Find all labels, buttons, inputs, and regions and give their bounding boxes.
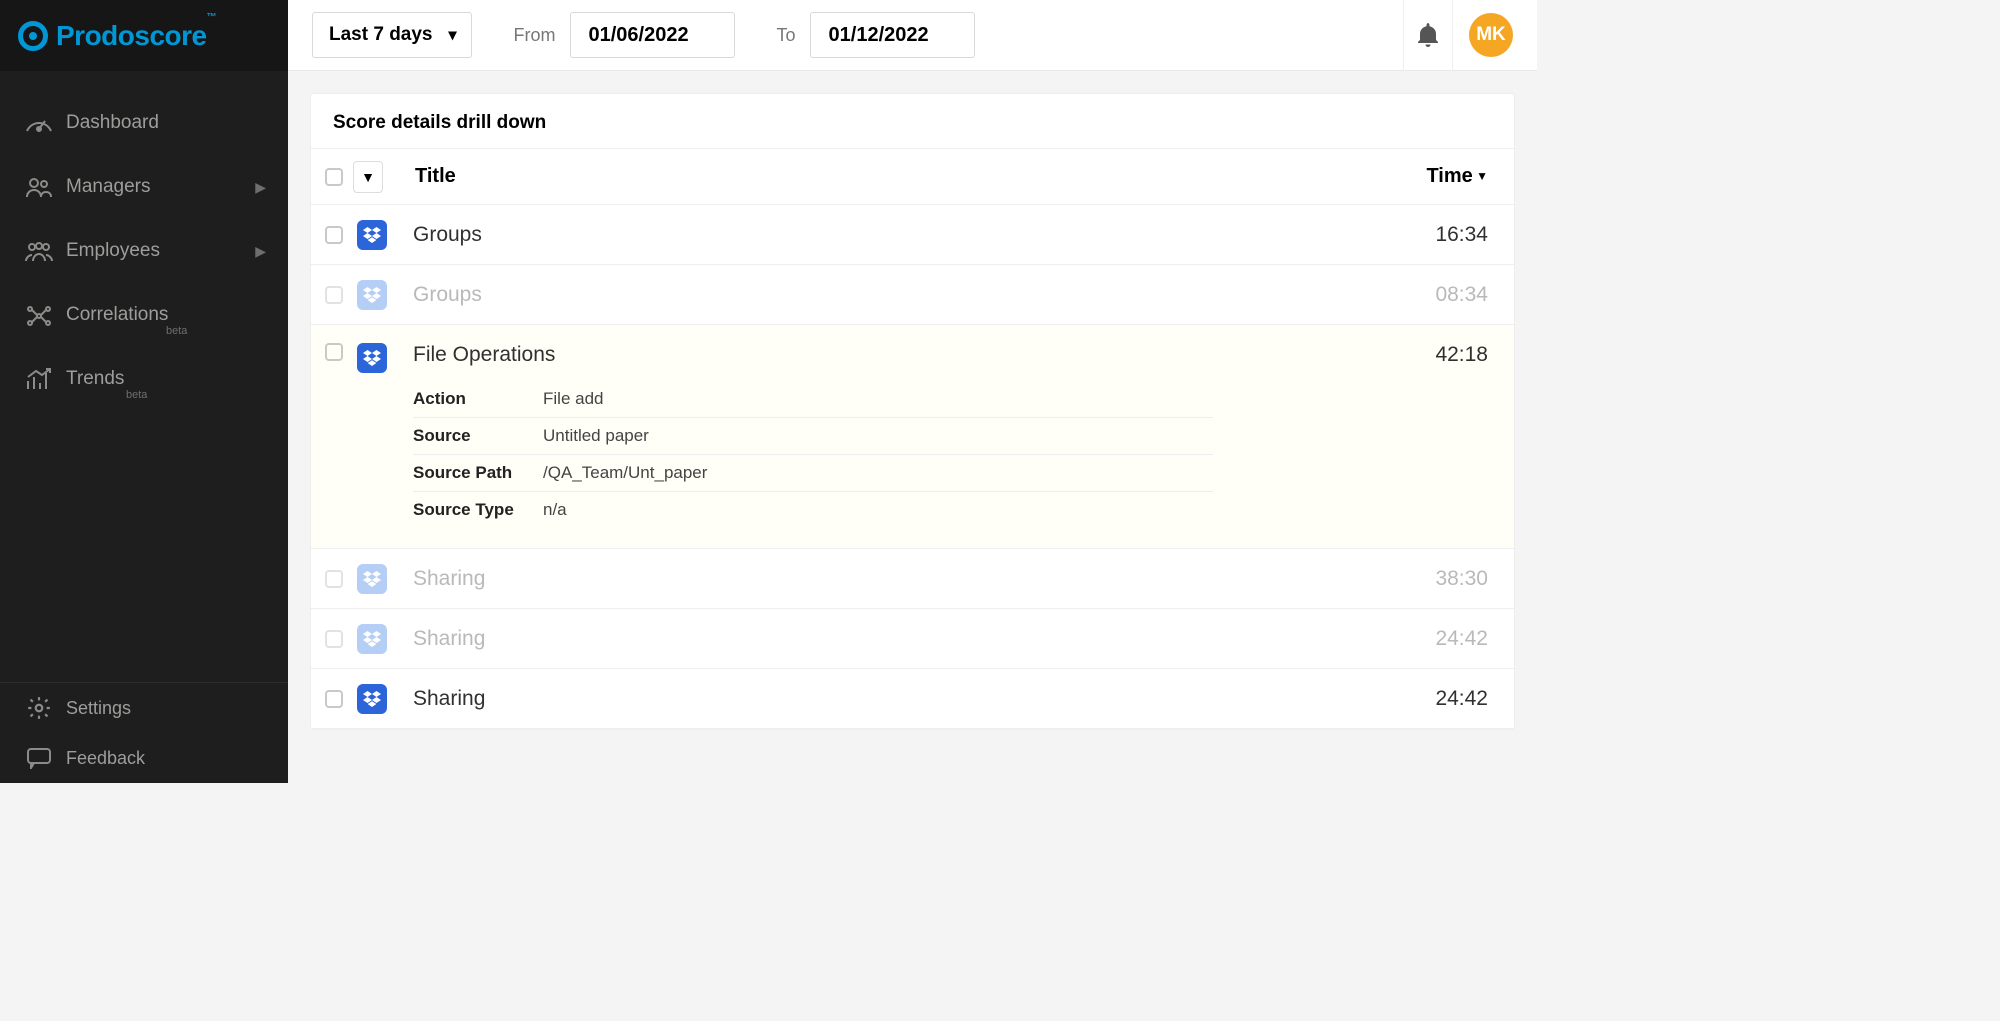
sidebar-item-settings[interactable]: Settings <box>0 683 288 733</box>
managers-icon <box>22 172 56 202</box>
sidebar-nav: Dashboard Managers ▶ Employees ▶ <box>0 71 288 682</box>
detail-row: Source Path/QA_Team/Unt_paper <box>413 455 1213 492</box>
sidebar-item-trends[interactable]: Trends beta <box>0 347 288 411</box>
gear-icon <box>22 693 56 723</box>
notifications-button[interactable] <box>1403 0 1453 71</box>
row-time: 38:30 <box>1435 567 1500 591</box>
bell-icon <box>1417 23 1439 47</box>
row-title: Groups <box>413 283 482 307</box>
detail-value: Untitled paper <box>543 426 649 446</box>
sidebar: Prodoscore™ Dashboard Managers ▶ <box>0 0 288 783</box>
row-time: 24:42 <box>1435 687 1500 711</box>
sidebar-item-feedback[interactable]: Feedback <box>0 733 288 783</box>
sidebar-item-label: Correlations <box>66 304 168 326</box>
row-title: Sharing <box>413 567 485 591</box>
top-bar: Last 7 days From 01/06/2022 To 01/12/202… <box>288 0 1537 71</box>
from-date-value: 01/06/2022 <box>589 24 689 47</box>
row-title: Groups <box>413 223 482 247</box>
row-time: 24:42 <box>1435 627 1500 651</box>
network-icon <box>22 300 56 330</box>
detail-value: /QA_Team/Unt_paper <box>543 463 707 483</box>
dropbox-icon <box>357 624 387 654</box>
row-checkbox[interactable] <box>325 570 343 588</box>
date-range-select[interactable]: Last 7 days <box>312 12 472 58</box>
sidebar-item-label: Employees <box>66 240 160 262</box>
chevron-right-icon: ▶ <box>255 179 266 196</box>
expand-all-toggle[interactable]: ▼ <box>353 161 383 193</box>
trend-icon <box>22 364 56 394</box>
sidebar-item-label: Feedback <box>66 748 145 769</box>
row-checkbox[interactable] <box>325 226 343 244</box>
brand-name: Prodoscore™ <box>56 20 216 52</box>
chevron-right-icon: ▶ <box>255 243 266 260</box>
sidebar-item-label: Dashboard <box>66 112 159 134</box>
table-row[interactable]: Groups 08:34 <box>311 265 1514 325</box>
row-checkbox[interactable] <box>325 343 343 361</box>
row-checkbox[interactable] <box>325 630 343 648</box>
sidebar-item-employees[interactable]: Employees ▶ <box>0 219 288 283</box>
table-row[interactable]: Sharing 24:42 <box>311 669 1514 729</box>
detail-row: ActionFile add <box>413 381 1213 418</box>
row-time: 16:34 <box>1435 223 1500 247</box>
user-avatar[interactable]: MK <box>1469 13 1513 57</box>
sidebar-item-label: Settings <box>66 698 131 719</box>
detail-key: Source Path <box>413 463 543 483</box>
select-all-checkbox[interactable] <box>325 168 343 186</box>
brand-mark-icon <box>18 21 48 51</box>
column-title[interactable]: Title <box>415 165 456 188</box>
row-checkbox[interactable] <box>325 690 343 708</box>
beta-badge: beta <box>166 325 187 337</box>
panel-title: Score details drill down <box>311 94 1514 149</box>
brand-logo[interactable]: Prodoscore™ <box>0 0 288 71</box>
row-checkbox[interactable] <box>325 286 343 304</box>
detail-value: File add <box>543 389 603 409</box>
table-row[interactable]: Groups 16:34 <box>311 205 1514 265</box>
row-title: Sharing <box>413 627 485 651</box>
row-details: ActionFile addSourceUntitled paperSource… <box>413 381 1213 528</box>
avatar-initials: MK <box>1476 24 1506 46</box>
sidebar-item-label: Trends <box>66 368 124 390</box>
sidebar-item-correlations[interactable]: Correlations beta <box>0 283 288 347</box>
gauge-icon <box>22 108 56 138</box>
to-date-input[interactable]: 01/12/2022 <box>810 12 975 58</box>
to-date-value: 01/12/2022 <box>829 24 929 47</box>
from-date-input[interactable]: 01/06/2022 <box>570 12 735 58</box>
from-label: From <box>514 25 556 46</box>
dropbox-icon <box>357 280 387 310</box>
row-title: Sharing <box>413 687 485 711</box>
table-header: ▼ Title Time <box>311 149 1514 205</box>
dropbox-icon <box>357 220 387 250</box>
detail-row: Source Typen/a <box>413 492 1213 528</box>
sidebar-item-label: Managers <box>66 176 151 198</box>
sidebar-item-managers[interactable]: Managers ▶ <box>0 155 288 219</box>
dropbox-icon <box>357 684 387 714</box>
row-title: File Operations <box>413 343 555 367</box>
table-row[interactable]: File Operations42:18ActionFile addSource… <box>311 325 1514 549</box>
score-panel: Score details drill down ▼ Title Time Gr… <box>310 93 1515 730</box>
employees-icon <box>22 236 56 266</box>
table-body: Groups 16:34 Groups 08:34 File Operations 42:… <box>311 205 1514 729</box>
column-time[interactable]: Time <box>1426 165 1500 188</box>
dropbox-icon <box>357 564 387 594</box>
to-label: To <box>777 25 796 46</box>
table-row[interactable]: Sharing 24:42 <box>311 609 1514 669</box>
sidebar-item-dashboard[interactable]: Dashboard <box>0 91 288 155</box>
detail-value: n/a <box>543 500 567 520</box>
row-time: 08:34 <box>1435 283 1500 307</box>
detail-key: Source <box>413 426 543 446</box>
chat-icon <box>22 743 56 773</box>
dropbox-icon <box>357 343 387 373</box>
main-area: Last 7 days From 01/06/2022 To 01/12/202… <box>288 0 1537 783</box>
row-time: 42:18 <box>1435 343 1500 367</box>
detail-row: SourceUntitled paper <box>413 418 1213 455</box>
beta-badge: beta <box>126 389 147 401</box>
detail-key: Action <box>413 389 543 409</box>
detail-key: Source Type <box>413 500 543 520</box>
table-row[interactable]: Sharing 38:30 <box>311 549 1514 609</box>
sidebar-footer: Settings Feedback <box>0 682 288 783</box>
date-range-label: Last 7 days <box>329 24 433 46</box>
